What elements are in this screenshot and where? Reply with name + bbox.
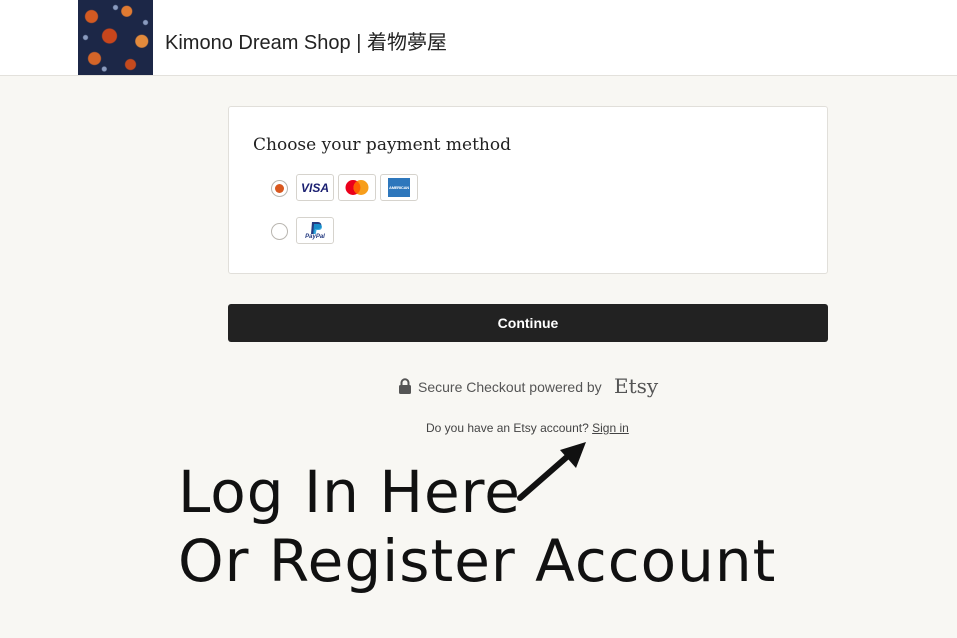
payment-method-card: Choose your payment method VISA AMERICAN… <box>228 106 828 274</box>
continue-button[interactable]: Continue <box>228 304 828 342</box>
visa-label: VISA <box>300 181 329 195</box>
payment-method-title: Choose your payment method <box>253 135 511 155</box>
paypal-label: PayPal <box>305 234 325 240</box>
mastercard-icon <box>338 174 376 201</box>
account-prompt-text: Do you have an Etsy account? <box>426 421 589 435</box>
sign-in-link[interactable]: Sign in <box>592 421 629 435</box>
shop-name[interactable]: Kimono Dream Shop | 着物夢屋 <box>165 26 447 55</box>
shop-header: Kimono Dream Shop | 着物夢屋 <box>0 0 957 76</box>
shop-logo[interactable] <box>78 0 153 75</box>
card-radio[interactable] <box>271 180 288 197</box>
annotation-line-1: Log In Here <box>178 458 521 526</box>
paypal-radio[interactable] <box>271 223 288 240</box>
amex-icon: AMERICAN EXPRESS <box>380 174 418 201</box>
etsy-logo: Etsy <box>614 374 659 398</box>
annotation-arrow-icon <box>517 442 586 501</box>
amex-label: AMERICAN EXPRESS <box>388 178 410 197</box>
visa-icon: VISA <box>296 174 334 201</box>
paypal-icon: PayPal <box>296 217 334 244</box>
account-prompt: Do you have an Etsy account? Sign in <box>426 421 629 435</box>
lock-icon <box>398 378 412 400</box>
annotation-line-2: Or Register Account <box>178 527 777 595</box>
secure-checkout-text: Secure Checkout powered by <box>418 379 602 395</box>
